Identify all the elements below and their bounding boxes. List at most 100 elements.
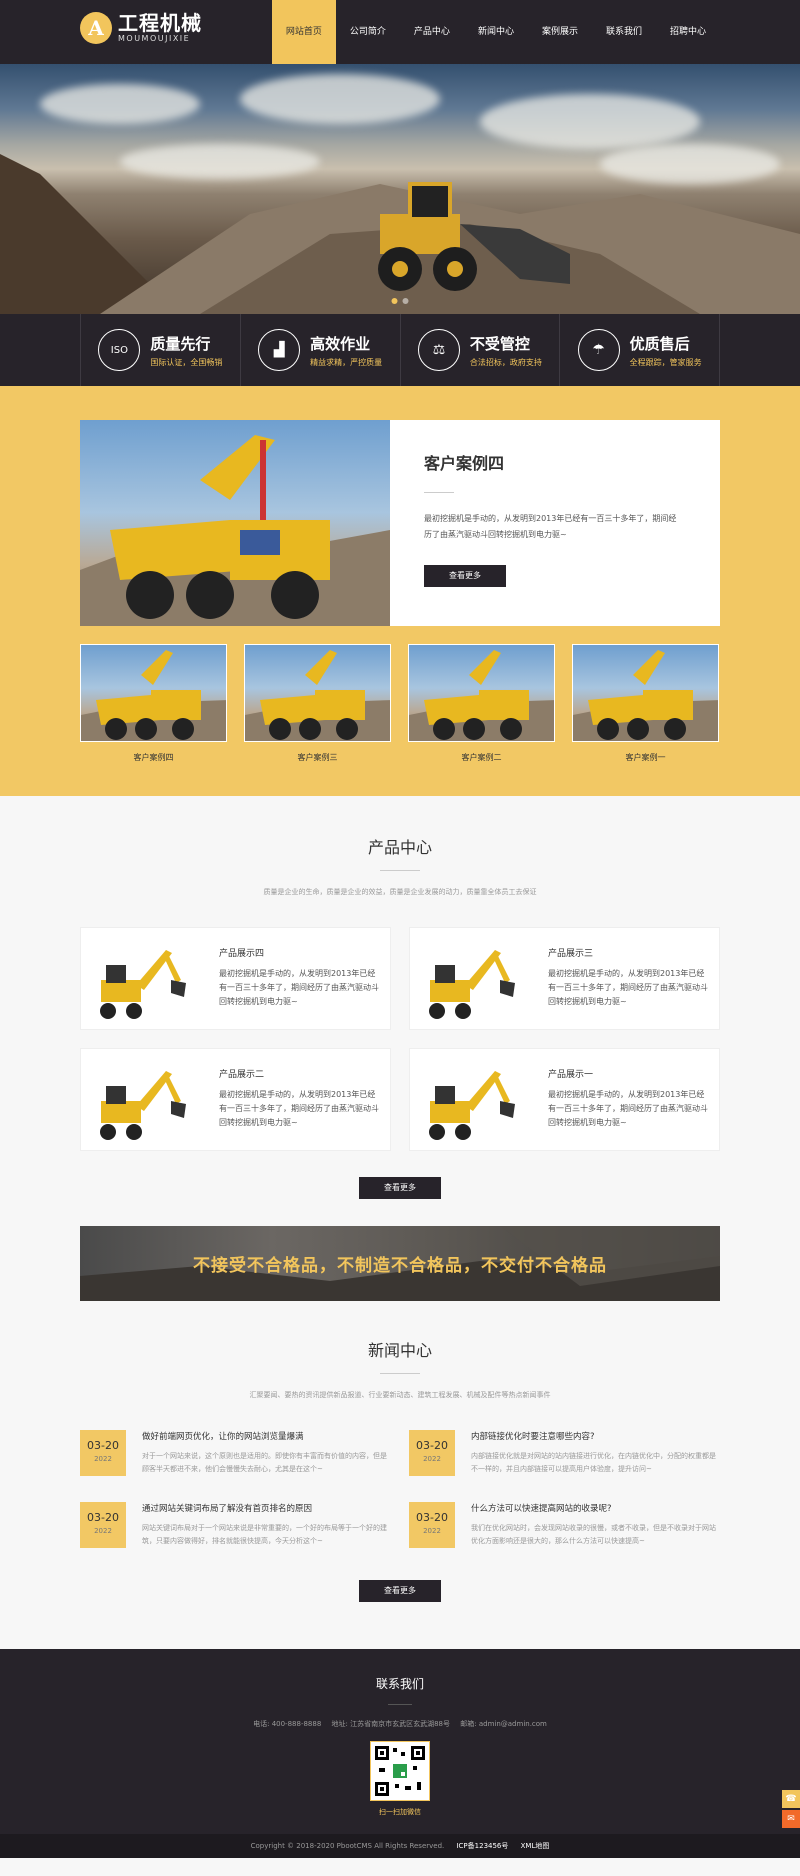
- divider: [380, 1373, 420, 1374]
- growth-chart-icon: ▟: [258, 329, 301, 371]
- news-item-title[interactable]: 什么方法可以快速提高网站的收录呢?: [471, 1502, 720, 1514]
- umbrella-icon: ☂: [577, 329, 620, 371]
- product-card[interactable]: 产品展示一 最初挖掘机是手动的，从发明到2013年已经有一百三十多年了，期间经历…: [409, 1048, 720, 1151]
- case-thumb-image[interactable]: [80, 644, 227, 742]
- news-item[interactable]: 03-20 2022 通过网站关键词布局了解没有首页排名的原因 网站关键词布局对于一…: [80, 1502, 391, 1548]
- phone-icon[interactable]: ☎: [782, 1790, 800, 1808]
- nav-jobs[interactable]: 招聘中心: [656, 0, 720, 64]
- product-title[interactable]: 产品展示三: [548, 946, 709, 959]
- feature-sub: 合法招标，政府支持: [469, 357, 542, 367]
- news-list: 03-20 2022 做好前端网页优化，让你的网站浏览量爆满对于一个网站来说，这个…: [80, 1430, 720, 1548]
- products-more-button[interactable]: 查看更多: [359, 1177, 441, 1199]
- news-item-title[interactable]: 做好前端网页优化，让你的网站浏览量爆满: [142, 1430, 391, 1442]
- nav-home[interactable]: 网站首页: [271, 0, 336, 64]
- product-title[interactable]: 产品展示四: [219, 946, 380, 959]
- case-thumb[interactable]: 客户案例三: [244, 644, 391, 763]
- case-thumb[interactable]: 客户案例四: [80, 644, 227, 763]
- news-year: 2022: [423, 1527, 441, 1535]
- view-more-button[interactable]: 查看更多: [424, 565, 506, 587]
- case-thumb-caption[interactable]: 客户案例三: [244, 752, 391, 763]
- product-desc: 最初挖掘机是手动的，从发明到2013年已经有一百三十多年了，期间经历了由蒸汽驱动…: [219, 969, 379, 1006]
- footer-email[interactable]: 邮箱: admin@admin.com: [460, 1720, 547, 1728]
- news-item-title[interactable]: 内部链接优化时要注意哪些内容?: [471, 1430, 720, 1442]
- qr-caption: 扫一扫加微信: [379, 1808, 421, 1816]
- news-date: 03-20 2022: [409, 1430, 455, 1476]
- slogan-banner: 不接受不合格品，不制造不合格品，不交付不合格品: [80, 1226, 720, 1301]
- message-icon[interactable]: ✉: [782, 1810, 800, 1828]
- icp-link[interactable]: ICP备123456号: [456, 1842, 508, 1850]
- main-nav: 网站首页 公司简介 产品中心 新闻中心 案例展示 联系我们 招聘中心: [271, 0, 720, 64]
- news-item-desc: 我们在优化网站时，会发现网站收录的很慢，或者不收录，但是不收录对于网站优化方面影…: [471, 1524, 716, 1545]
- banner-pagination: [391, 298, 409, 304]
- product-card[interactable]: 产品展示三 最初挖掘机是手动的，从发明到2013年已经有一百三十多年了，期间经历…: [409, 927, 720, 1030]
- news-subtitle: 汇聚要闻、要热的资讯提供新品报道、行业要新动态、建筑工程发展、机械及配件等热点新…: [249, 1391, 551, 1399]
- feature-service: ☂ 优质售后 全程跟踪，管家服务: [559, 314, 720, 386]
- news-year: 2022: [94, 1455, 112, 1463]
- nav-products[interactable]: 产品中心: [400, 0, 464, 64]
- news-year: 2022: [94, 1527, 112, 1535]
- divider: [380, 870, 420, 871]
- feature-sub: 国际认证，全国畅销: [150, 357, 223, 367]
- excavator-image[interactable]: [410, 928, 530, 1031]
- hero-banner[interactable]: [0, 64, 800, 314]
- case-thumb-image[interactable]: [408, 644, 555, 742]
- case-thumb-image[interactable]: [244, 644, 391, 742]
- news-more-button[interactable]: 查看更多: [359, 1580, 441, 1602]
- products-title: 产品中心: [367, 838, 432, 857]
- excavator-image[interactable]: [410, 1049, 530, 1152]
- features-bar: ISO 质量先行 国际认证，全国畅销 ▟ 高效作业 精益求精，严控质量 ⚖ 不受管控…: [0, 314, 800, 386]
- case-thumb-caption[interactable]: 客户案例二: [408, 752, 555, 763]
- news-item[interactable]: 03-20 2022 什么方法可以快速提高网站的收录呢? 我们在优化网站时，会发现网…: [409, 1502, 720, 1548]
- featured-case-desc: 最初挖掘机是手动的，从发明到2013年已经有一百三十多年了，期间经历了由蒸汽驱动…: [424, 514, 677, 539]
- news-day: 03-20: [416, 1439, 448, 1452]
- product-card[interactable]: 产品展示四 最初挖掘机是手动的，从发明到2013年已经有一百三十多年了，期间经历…: [80, 927, 391, 1030]
- nav-about[interactable]: 公司简介: [336, 0, 400, 64]
- feature-control: ⚖ 不受管控 合法招标，政府支持: [399, 314, 560, 386]
- divider: [424, 492, 454, 493]
- products-subtitle: 质量是企业的生命，质量是企业的效益，质量是企业发展的动力，质量靠全体员工去保证: [263, 888, 537, 896]
- feature-title: 不受管控: [469, 334, 530, 353]
- excavator-image[interactable]: [81, 1049, 201, 1152]
- case-thumb-caption[interactable]: 客户案例四: [80, 752, 227, 763]
- site-logo[interactable]: A 工程机械 MOUMOUJIXIE: [80, 12, 202, 44]
- site-header: A 工程机械 MOUMOUJIXIE 网站首页 公司简介 产品中心 新闻中心 案…: [0, 0, 800, 64]
- feature-sub: 精益求精，严控质量: [310, 357, 383, 367]
- side-float-buttons: ☎ ✉: [782, 1790, 800, 1830]
- footer-address: 地址: 江苏省南京市玄武区玄武湖88号: [331, 1720, 451, 1728]
- featured-case-image[interactable]: [80, 420, 390, 626]
- footer-contact: 电话: 400-888-8888 地址: 江苏省南京市玄武区玄武湖88号 邮箱:…: [0, 1719, 800, 1729]
- case-thumb[interactable]: 客户案例二: [408, 644, 555, 763]
- nav-cases[interactable]: 案例展示: [528, 0, 592, 64]
- logo-subtitle: MOUMOUJIXIE: [118, 34, 191, 43]
- feature-title: 高效作业: [310, 334, 371, 353]
- news-item-desc: 内部链接优化就是对网站的站内链接进行优化，在内链优化中，分配的权重都是不一样的，…: [471, 1452, 716, 1473]
- footer-title: 联系我们: [375, 1677, 424, 1691]
- copyright-bar: Copyright © 2018-2020 PbootCMS All Right…: [0, 1834, 800, 1858]
- case-thumb-caption[interactable]: 客户案例一: [572, 752, 719, 763]
- case-thumb-image[interactable]: [572, 644, 719, 742]
- news-year: 2022: [423, 1455, 441, 1463]
- banner-dot-2[interactable]: [402, 298, 409, 304]
- footer-phone: 电话: 400-888-8888: [253, 1720, 322, 1728]
- cases-section: 客户案例四 最初挖掘机是手动的，从发明到2013年已经有一百三十多年了，期间经历…: [0, 386, 800, 796]
- news-item-title[interactable]: 通过网站关键词布局了解没有首页排名的原因: [142, 1502, 391, 1514]
- banner-dot-1[interactable]: [391, 298, 398, 304]
- iso-badge-icon: ISO: [98, 329, 141, 371]
- case-thumbnails: 客户案例四 客户案例三 客户案例二 客户案例一: [80, 644, 720, 763]
- featured-case-title[interactable]: 客户案例四: [424, 450, 686, 474]
- product-title[interactable]: 产品展示一: [548, 1067, 709, 1080]
- product-title[interactable]: 产品展示二: [219, 1067, 380, 1080]
- news-item[interactable]: 03-20 2022 内部链接优化时要注意哪些内容? 内部链接优化就是对网站的站内链…: [409, 1430, 720, 1476]
- news-item-desc: 网站关键词布局对于一个网站来说是非常重要的，一个好的布局等于一个好的建筑，只要内…: [142, 1524, 387, 1545]
- news-title: 新闻中心: [367, 1341, 432, 1360]
- feature-title: 质量先行: [150, 334, 211, 353]
- news-item-desc: 对于一个网站来说，这个原则也是适用的。即使你有丰富而有价值的内容，但是顾客半天都…: [142, 1452, 387, 1473]
- news-item[interactable]: 03-20 2022 做好前端网页优化，让你的网站浏览量爆满 对于一个网站来说，这个…: [80, 1430, 391, 1476]
- product-desc: 最初挖掘机是手动的，从发明到2013年已经有一百三十多年了，期间经历了由蒸汽驱动…: [548, 969, 708, 1006]
- sitemap-link[interactable]: XML地图: [521, 1842, 550, 1850]
- excavator-image[interactable]: [81, 928, 201, 1031]
- nav-contact[interactable]: 联系我们: [592, 0, 656, 64]
- case-thumb[interactable]: 客户案例一: [572, 644, 719, 763]
- product-card[interactable]: 产品展示二 最初挖掘机是手动的，从发明到2013年已经有一百三十多年了，期间经历…: [80, 1048, 391, 1151]
- nav-news[interactable]: 新闻中心: [464, 0, 528, 64]
